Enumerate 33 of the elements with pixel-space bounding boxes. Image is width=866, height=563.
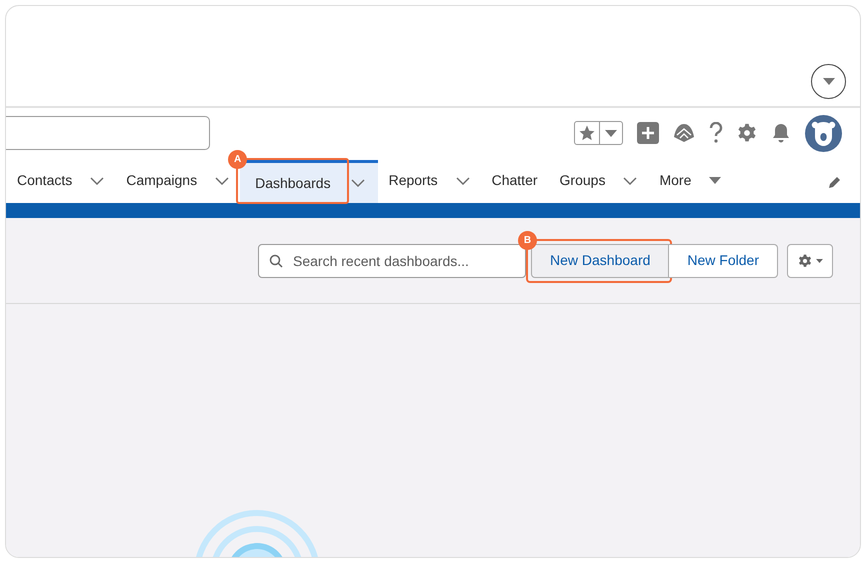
star-icon [578,124,596,142]
chevron-down-icon [623,176,638,184]
caret-down-icon [605,130,617,136]
favorites-button[interactable] [574,121,623,145]
nav-tab[interactable]: Contacts [17,170,72,191]
annotation-marker: B [518,230,538,250]
annotation-marker: A [228,150,248,169]
dropdown-button[interactable] [811,64,846,99]
nav-tab[interactable]: More [659,170,692,191]
dashboard-search-field[interactable]: Search recent dashboards... [258,244,526,278]
caret-down-icon [816,258,822,262]
toolbar-button[interactable]: New Folder [669,244,778,278]
plus-icon[interactable] [637,122,659,144]
nav-tab[interactable]: Reports [388,170,438,191]
nav-tab[interactable]: Campaigns [126,170,198,191]
settings-icon[interactable] [737,123,757,143]
avatar-icon[interactable] [805,114,842,152]
chevron-down-icon [350,179,365,187]
pencil-icon[interactable] [828,175,842,189]
caret-down-icon [822,78,834,85]
search-field[interactable] [6,116,210,150]
help-icon[interactable] [709,122,723,144]
toolbar-button[interactable]: New Dashboard [531,244,670,278]
chevron-down-icon [215,176,230,184]
caret-down-icon [709,177,722,184]
nav-tab[interactable]: Groups [560,170,606,191]
bell-icon[interactable] [771,123,791,143]
search-icon [269,254,284,268]
chevron-down-icon [90,176,104,184]
chevron-down-icon [456,176,470,184]
nav-tab[interactable]: Chatter [492,170,538,191]
settings-icon [798,254,812,268]
settings-menu-button[interactable] [787,244,833,278]
